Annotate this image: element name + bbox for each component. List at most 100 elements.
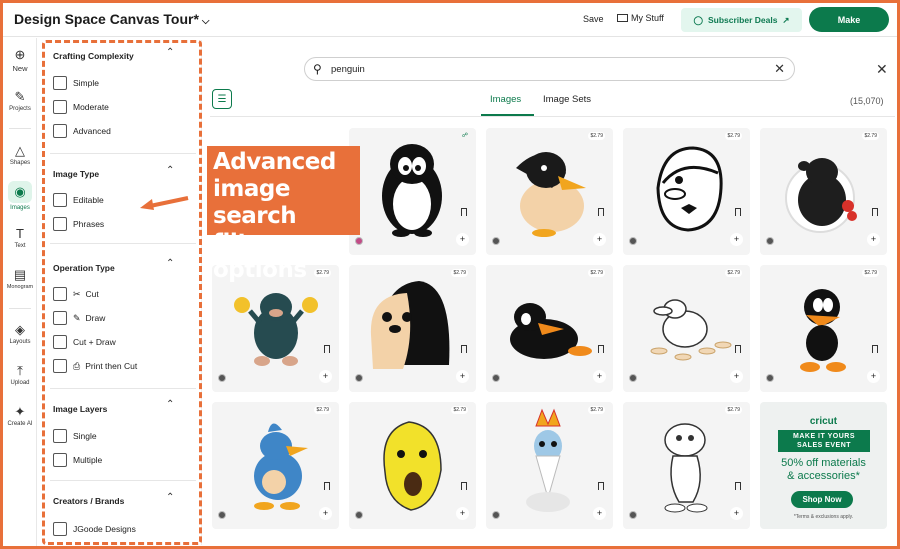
checkbox[interactable] bbox=[53, 335, 67, 349]
checkbox[interactable] bbox=[53, 429, 67, 443]
image-card-duck[interactable]: $2.79 + bbox=[486, 265, 613, 392]
checkbox[interactable] bbox=[53, 453, 67, 467]
tab-image-sets[interactable]: Image Sets bbox=[543, 94, 591, 105]
bookmark-icon[interactable] bbox=[324, 482, 330, 490]
tab-images[interactable]: Images bbox=[490, 94, 521, 105]
rail-item-text[interactable]: T Text bbox=[3, 227, 37, 250]
checkbox[interactable] bbox=[53, 522, 67, 536]
filter-option-editable[interactable]: Editable bbox=[53, 193, 104, 207]
image-card-ice-king[interactable]: $2.79 + bbox=[486, 402, 613, 529]
checkbox[interactable] bbox=[53, 124, 67, 138]
add-image-button[interactable]: + bbox=[593, 233, 606, 246]
add-image-button[interactable]: + bbox=[730, 507, 743, 520]
image-card-penguin[interactable]: ☍ + bbox=[349, 128, 476, 255]
shapes-icon: △ bbox=[15, 143, 25, 158]
checkbox[interactable] bbox=[53, 217, 67, 231]
chevron-up-icon[interactable]: ⌃ bbox=[166, 47, 174, 58]
make-button[interactable]: Make bbox=[809, 7, 889, 32]
checkbox[interactable] bbox=[53, 311, 67, 325]
add-image-button[interactable]: + bbox=[730, 370, 743, 383]
chevron-up-icon[interactable]: ⌃ bbox=[166, 258, 174, 269]
filter-option-cut-draw[interactable]: Cut + Draw bbox=[53, 335, 116, 349]
clear-search-icon[interactable]: ✕ bbox=[774, 61, 785, 77]
bookmark-icon[interactable] bbox=[461, 482, 467, 490]
my-stuff-button[interactable]: My Stuff bbox=[617, 13, 664, 23]
filter-section-title[interactable]: Creators / Brands bbox=[53, 496, 124, 506]
add-image-button[interactable]: + bbox=[593, 507, 606, 520]
filter-option-phrases[interactable]: Phrases bbox=[53, 217, 104, 231]
subscriber-deals-button[interactable]: ◯ Subscriber Deals ↗ bbox=[681, 8, 802, 32]
checkbox[interactable] bbox=[53, 359, 67, 373]
bookmark-icon[interactable] bbox=[598, 345, 604, 353]
search-bar[interactable]: ⚲ penguin ✕ bbox=[304, 57, 795, 81]
add-image-button[interactable]: + bbox=[456, 507, 469, 520]
bookmark-icon[interactable] bbox=[872, 208, 878, 216]
filter-section-title[interactable]: Image Type bbox=[53, 169, 99, 179]
chevron-down-icon[interactable]: ⌵ bbox=[202, 16, 210, 27]
rail-item-projects[interactable]: ✎ Projects bbox=[3, 90, 37, 113]
filter-section-title[interactable]: Operation Type bbox=[53, 263, 115, 273]
filter-section-title[interactable]: Image Layers bbox=[53, 404, 107, 414]
image-card-banana[interactable]: $2.79 + bbox=[349, 402, 476, 529]
promo-ad-card[interactable]: cricut MAKE IT YOURS SALES EVENT 50% off … bbox=[760, 402, 887, 529]
bookmark-icon[interactable] bbox=[324, 345, 330, 353]
add-image-button[interactable]: + bbox=[593, 370, 606, 383]
bookmark-icon[interactable] bbox=[461, 208, 467, 216]
rail-divider bbox=[9, 308, 31, 309]
checkbox[interactable] bbox=[53, 100, 67, 114]
add-image-button[interactable]: + bbox=[730, 233, 743, 246]
bookmark-icon[interactable] bbox=[598, 208, 604, 216]
add-image-button[interactable]: + bbox=[456, 370, 469, 383]
image-card-penguin[interactable]: $2.79 + bbox=[349, 265, 476, 392]
image-card-platypus[interactable]: $2.79 + bbox=[623, 265, 750, 392]
rail-item-images[interactable]: ◉ Images bbox=[3, 181, 37, 211]
image-card-niffler[interactable]: $2.79 + bbox=[760, 128, 887, 255]
chevron-up-icon[interactable]: ⌃ bbox=[166, 399, 174, 410]
rail-item-create-ai[interactable]: ✦ Create AI bbox=[3, 405, 37, 428]
checkbox[interactable] bbox=[53, 287, 67, 301]
filter-toggle-button[interactable]: ☰ bbox=[212, 89, 232, 109]
checkbox[interactable] bbox=[53, 193, 67, 207]
project-title[interactable]: Design Space Canvas Tour* ⌵ bbox=[14, 11, 210, 27]
filter-option-single[interactable]: Single bbox=[53, 429, 97, 443]
bookmark-icon[interactable] bbox=[872, 345, 878, 353]
rail-item-monogram[interactable]: ▤ Monogram bbox=[3, 268, 37, 291]
add-image-button[interactable]: + bbox=[456, 233, 469, 246]
close-icon[interactable]: ✕ bbox=[876, 61, 888, 78]
bookmark-icon[interactable] bbox=[461, 345, 467, 353]
image-card-penguin[interactable]: $2.79 + bbox=[623, 128, 750, 255]
image-card-duck[interactable]: $2.79 + bbox=[760, 265, 887, 392]
filter-option-draw[interactable]: ✎ Draw bbox=[53, 311, 105, 325]
filter-option-cut[interactable]: ✂ Cut bbox=[53, 287, 99, 301]
bookmark-icon[interactable] bbox=[735, 482, 741, 490]
filter-option-multiple[interactable]: Multiple bbox=[53, 453, 102, 467]
filter-option-jgoode-designs[interactable]: JGoode Designs bbox=[53, 522, 136, 536]
search-input[interactable]: penguin bbox=[331, 64, 365, 75]
shop-now-button[interactable]: Shop Now bbox=[791, 491, 853, 508]
filter-section-title[interactable]: Crafting Complexity bbox=[53, 51, 134, 61]
image-card-niffler[interactable]: $2.79 + bbox=[212, 265, 339, 392]
add-image-button[interactable]: + bbox=[319, 370, 332, 383]
rail-item-new[interactable]: ⊕ New bbox=[3, 48, 37, 74]
bookmark-icon[interactable] bbox=[735, 208, 741, 216]
filter-option-moderate[interactable]: Moderate bbox=[53, 100, 109, 114]
subscription-badge-icon bbox=[355, 374, 363, 382]
rail-item-layouts[interactable]: ◈ Layouts bbox=[3, 323, 37, 346]
image-card-bird[interactable]: $2.79 + bbox=[212, 402, 339, 529]
bookmark-icon[interactable] bbox=[598, 482, 604, 490]
save-button[interactable]: Save bbox=[583, 14, 604, 24]
rail-item-upload[interactable]: ⤒ Upload bbox=[3, 364, 37, 387]
image-card-penguin[interactable]: $2.79 + bbox=[486, 128, 613, 255]
image-card-bird[interactable]: $2.79 + bbox=[623, 402, 750, 529]
filter-option-simple[interactable]: Simple bbox=[53, 76, 99, 90]
add-image-button[interactable]: + bbox=[867, 233, 880, 246]
rail-item-shapes[interactable]: △ Shapes bbox=[3, 143, 37, 167]
chevron-up-icon[interactable]: ⌃ bbox=[166, 492, 174, 503]
add-image-button[interactable]: + bbox=[319, 507, 332, 520]
chevron-up-icon[interactable]: ⌃ bbox=[166, 165, 174, 176]
filter-option-print-then-cut[interactable]: ⎙ Print then Cut bbox=[53, 359, 137, 373]
add-image-button[interactable]: + bbox=[867, 370, 880, 383]
checkbox[interactable] bbox=[53, 76, 67, 90]
filter-option-advanced[interactable]: Advanced bbox=[53, 124, 111, 138]
bookmark-icon[interactable] bbox=[735, 345, 741, 353]
